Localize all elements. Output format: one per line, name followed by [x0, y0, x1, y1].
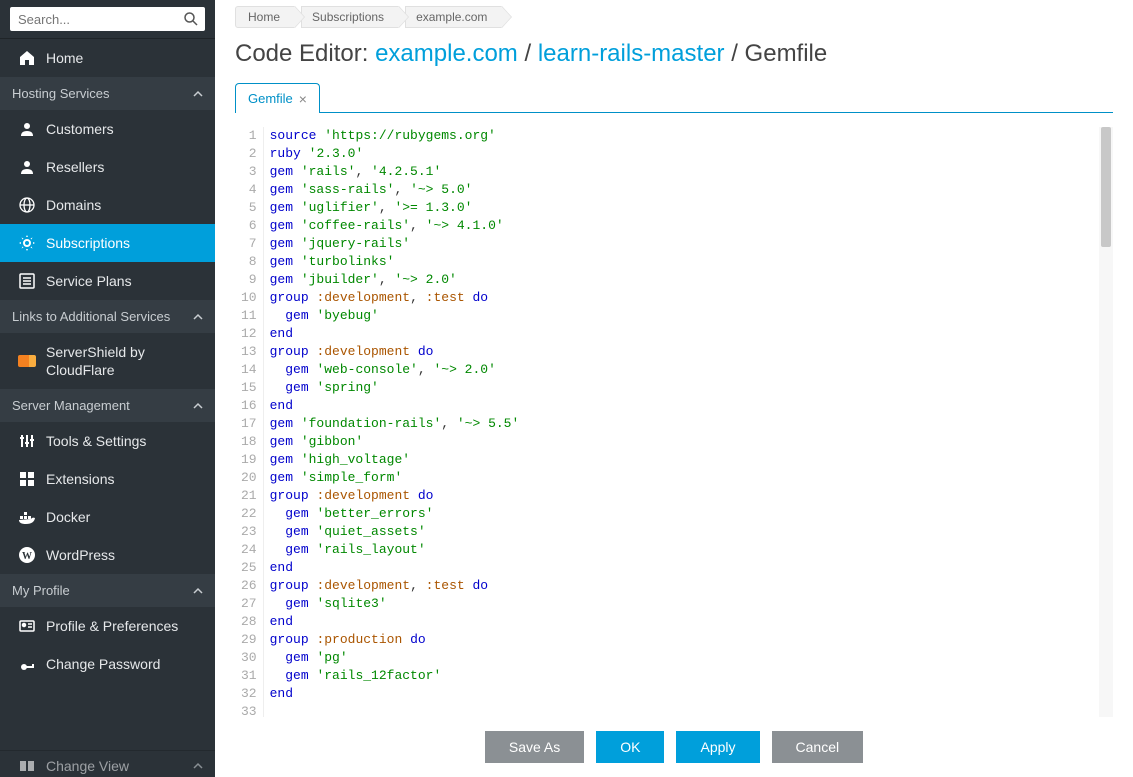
sidebar-item-label: Profile & Preferences	[46, 618, 178, 634]
sidebar-item-label: Subscriptions	[46, 235, 130, 251]
save-as-button[interactable]: Save As	[485, 731, 584, 763]
globe-icon	[18, 196, 36, 214]
tab-gemfile[interactable]: Gemfile ×	[235, 83, 320, 113]
section-label: Links to Additional Services	[12, 309, 170, 324]
breadcrumb-item[interactable]: Home	[235, 6, 295, 28]
list-icon	[18, 272, 36, 290]
tab-label: Gemfile	[248, 91, 293, 106]
chevron-up-icon	[193, 312, 203, 322]
sliders-icon	[18, 432, 36, 450]
apply-button[interactable]: Apply	[676, 731, 759, 763]
sidebar-item-extensions[interactable]: Extensions	[0, 460, 215, 498]
sidebar-item-profile-prefs[interactable]: Profile & Preferences	[0, 607, 215, 645]
sidebar-item-docker[interactable]: Docker	[0, 498, 215, 536]
sidebar-item-resellers[interactable]: Resellers	[0, 148, 215, 186]
page-title: Code Editor: example.com / learn-rails-m…	[215, 32, 1133, 82]
switch-icon	[18, 757, 36, 775]
gear-icon	[18, 234, 36, 252]
code-editor[interactable]: 1 2 3 4 5 6 7 8 9 10 11 12 13 14 15 16 1…	[235, 127, 1113, 717]
key-icon	[18, 655, 36, 673]
svg-text:W: W	[22, 551, 32, 562]
sidebar-item-label: Change Password	[46, 656, 160, 672]
sidebar-item-label: Extensions	[46, 471, 114, 487]
ok-button[interactable]: OK	[596, 731, 664, 763]
sidebar-item-tools[interactable]: Tools & Settings	[0, 422, 215, 460]
breadcrumb: Home Subscriptions example.com	[215, 0, 1133, 32]
chevron-up-icon	[193, 401, 203, 411]
breadcrumb-item[interactable]: example.com	[405, 6, 502, 28]
sidebar-item-service-plans[interactable]: Service Plans	[0, 262, 215, 300]
sidebar-item-change-password[interactable]: Change Password	[0, 645, 215, 683]
sidebar-item-label: Docker	[46, 509, 90, 525]
title-link-folder[interactable]: learn-rails-master	[538, 40, 725, 67]
sidebar-item-label: Domains	[46, 197, 101, 213]
wordpress-icon: W	[18, 546, 36, 564]
close-icon[interactable]: ×	[299, 92, 307, 106]
scrollbar[interactable]	[1099, 127, 1113, 717]
sidebar-item-domains[interactable]: Domains	[0, 186, 215, 224]
sidebar-section-profile[interactable]: My Profile	[0, 574, 215, 607]
grid-icon	[18, 470, 36, 488]
button-bar: Save As OK Apply Cancel	[215, 717, 1133, 777]
breadcrumb-item[interactable]: Subscriptions	[301, 6, 399, 28]
person-icon	[18, 120, 36, 138]
main-content: Home Subscriptions example.com Code Edit…	[215, 0, 1133, 777]
sidebar-section-links[interactable]: Links to Additional Services	[0, 300, 215, 333]
docker-icon	[18, 508, 36, 526]
chevron-up-icon	[193, 89, 203, 99]
sidebar-item-label: Change View	[46, 758, 129, 774]
scrollbar-thumb[interactable]	[1101, 127, 1111, 247]
sidebar-item-label: Resellers	[46, 159, 104, 175]
sidebar-item-label: Tools & Settings	[46, 433, 146, 449]
tabs: Gemfile ×	[235, 82, 1113, 113]
sidebar-item-change-view[interactable]: Change View	[0, 750, 215, 777]
search-input[interactable]	[10, 7, 205, 31]
search-icon	[183, 11, 199, 27]
line-gutter: 1 2 3 4 5 6 7 8 9 10 11 12 13 14 15 16 1…	[235, 127, 264, 717]
sidebar-item-customers[interactable]: Customers	[0, 110, 215, 148]
card-icon	[18, 617, 36, 635]
sidebar-item-label: Service Plans	[46, 273, 132, 289]
chevron-up-icon	[193, 761, 203, 771]
cancel-button[interactable]: Cancel	[772, 731, 864, 763]
search-box	[10, 7, 205, 31]
sidebar-item-cloudflare[interactable]: ServerShield by CloudFlare	[0, 333, 215, 389]
section-label: Hosting Services	[12, 86, 110, 101]
sidebar-section-hosting[interactable]: Hosting Services	[0, 77, 215, 110]
sidebar-item-subscriptions[interactable]: Subscriptions	[0, 224, 215, 262]
code-content[interactable]: source 'https://rubygems.org'ruby '2.3.0…	[264, 127, 1113, 717]
cloudflare-icon	[18, 352, 36, 370]
sidebar: Home Hosting Services Customers Reseller…	[0, 0, 215, 777]
sidebar-item-home[interactable]: Home	[0, 39, 215, 77]
home-icon	[18, 49, 36, 67]
sidebar-item-label: Home	[46, 50, 83, 66]
title-link-domain[interactable]: example.com	[375, 40, 518, 67]
chevron-up-icon	[193, 586, 203, 596]
sidebar-item-label: Customers	[46, 121, 114, 137]
sidebar-section-server[interactable]: Server Management	[0, 389, 215, 422]
sidebar-item-wordpress[interactable]: W WordPress	[0, 536, 215, 574]
section-label: Server Management	[12, 398, 130, 413]
person-icon	[18, 158, 36, 176]
sidebar-item-label: WordPress	[46, 547, 115, 563]
section-label: My Profile	[12, 583, 70, 598]
sidebar-item-label: ServerShield by CloudFlare	[46, 343, 203, 379]
